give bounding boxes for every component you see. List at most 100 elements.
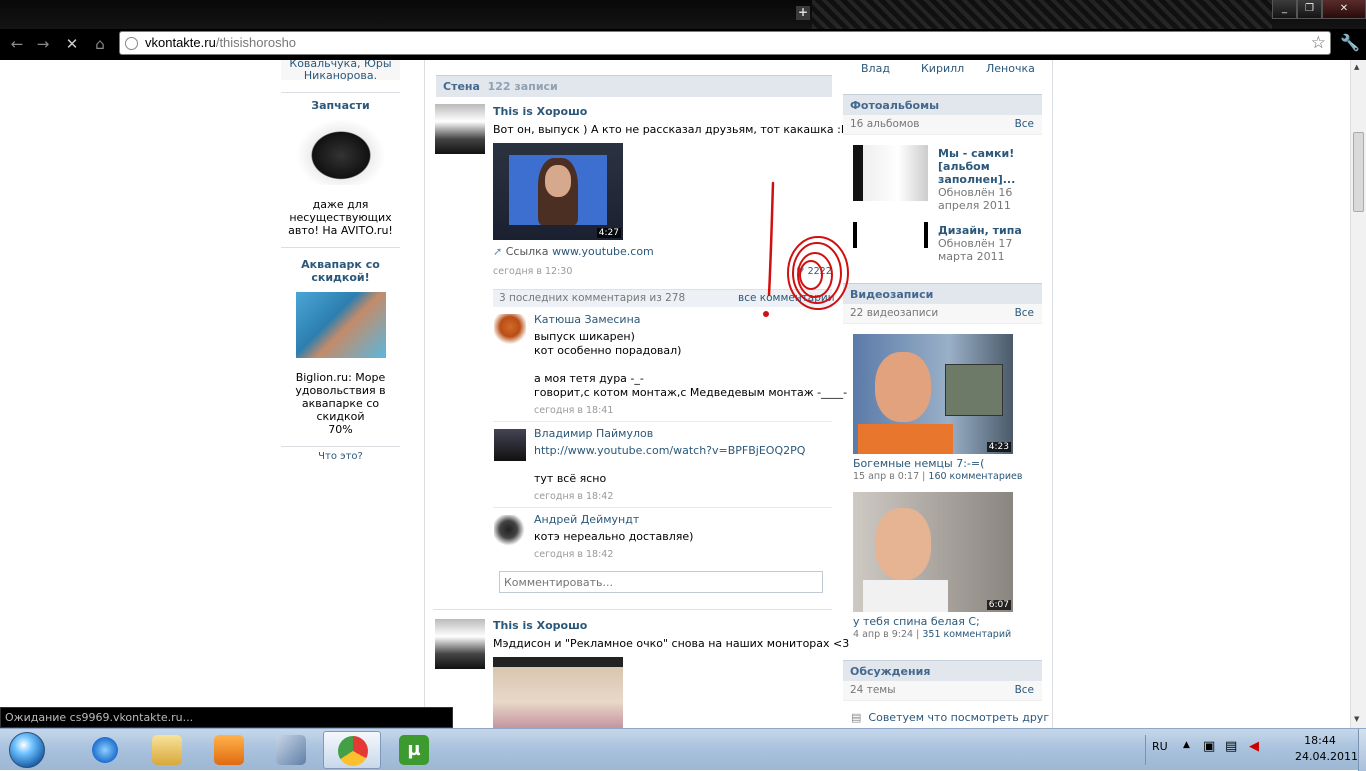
- comment-avatar[interactable]: [494, 314, 526, 346]
- albums-count-bar: 16 альбомов Все: [843, 115, 1042, 135]
- taskbar-utorrent[interactable]: µ: [385, 731, 443, 769]
- post-link[interactable]: ➚ Ссылка www.youtube.com: [493, 245, 654, 259]
- post-video-thumbnail[interactable]: [493, 657, 623, 728]
- stop-icon[interactable]: ✕: [62, 34, 82, 54]
- videos-count-bar: 22 видеозаписи Все: [843, 304, 1042, 324]
- device-icon[interactable]: ▣: [1203, 739, 1215, 754]
- discussion-topic[interactable]: ▤ Советуем что посмотреть друг: [851, 711, 1049, 725]
- post-avatar[interactable]: [435, 104, 485, 154]
- albums-header[interactable]: Фотоальбомы: [843, 94, 1042, 116]
- wall-header[interactable]: Стена 122 записи: [436, 75, 832, 97]
- post-author[interactable]: This is Хорошо: [493, 105, 587, 118]
- friend-name[interactable]: Влад: [861, 62, 890, 76]
- comment-author[interactable]: Владимир Паймулов: [534, 427, 653, 440]
- address-bar[interactable]: vkontakte.ru/thisishorosho ☆: [119, 31, 1331, 55]
- browser-titlebar: + _ ❐ ✕: [0, 0, 1366, 29]
- show-desktop-button[interactable]: [1358, 729, 1366, 771]
- video-duration: 6:07: [986, 600, 1011, 610]
- comment-author[interactable]: Катюша Замесина: [534, 313, 641, 326]
- comment-time: сегодня в 18:42: [534, 549, 614, 560]
- what-is-this-link[interactable]: Что это?: [281, 451, 400, 462]
- taskbar-ie[interactable]: [76, 731, 134, 769]
- post-author[interactable]: This is Хорошо: [493, 619, 587, 632]
- comment-link[interactable]: http://www.youtube.com/watch?v=BPFBjEOQ2…: [534, 444, 805, 458]
- chrome-icon: [338, 736, 368, 766]
- video-meta: 4 апр в 9:24 | 351 комментарий: [853, 629, 1012, 640]
- back-icon[interactable]: ←: [7, 34, 27, 54]
- album-title[interactable]: Мы - самки! [альбом заполнен]...: [938, 147, 1015, 186]
- video-meta: 15 апр в 0:17 | 160 комментариев: [853, 471, 1023, 482]
- videos-all-link[interactable]: Все: [1015, 307, 1034, 319]
- taskbar-explorer[interactable]: [138, 731, 196, 769]
- comment-author[interactable]: Андрей Деймундт: [534, 513, 639, 526]
- comments-summary: 3 последних комментария из 278: [499, 292, 686, 304]
- comment-avatar[interactable]: [494, 515, 526, 547]
- comment-text: выпуск шикарен) кот особенно порадовал) …: [534, 330, 848, 399]
- taskbar-app[interactable]: [262, 731, 320, 769]
- video-thumbnail[interactable]: 6:07: [853, 492, 1013, 612]
- friend-name[interactable]: Кирилл: [921, 62, 964, 76]
- taskbar-media-player[interactable]: [200, 731, 258, 769]
- comment-time: сегодня в 18:41: [534, 405, 614, 416]
- discussions-header[interactable]: Обсуждения: [843, 660, 1042, 682]
- scroll-up-icon[interactable]: ▲: [1354, 63, 1359, 71]
- discussions-all-link[interactable]: Все: [1015, 684, 1034, 696]
- taskbar-chrome[interactable]: [323, 731, 381, 769]
- friend-name[interactable]: Леночка: [986, 62, 1035, 76]
- forward-icon[interactable]: →: [33, 34, 53, 54]
- scrollbar-thumb[interactable]: [1353, 132, 1364, 212]
- ad-title[interactable]: Аквапарк со скидкой!: [281, 258, 400, 284]
- network-icon[interactable]: ▤: [1225, 739, 1237, 754]
- clock[interactable]: 18:44 24.04.2011: [1295, 734, 1358, 763]
- wrench-icon[interactable]: 🔧: [1340, 33, 1360, 52]
- ad-title[interactable]: Запчасти: [281, 99, 400, 112]
- browser-toolbar: ← → ✕ ⌂ vkontakte.ru/thisishorosho ☆ 🔧: [0, 29, 1366, 60]
- link-arrow-icon: ➚: [493, 245, 503, 258]
- albums-all-link[interactable]: Все: [1015, 118, 1034, 130]
- post-text: Вот он, выпуск ) А кто не рассказал друз…: [493, 123, 848, 136]
- maximize-button[interactable]: ❐: [1297, 0, 1322, 19]
- titlebar-theme-pattern: [812, 0, 1272, 29]
- post-time[interactable]: сегодня в 12:30: [493, 265, 572, 279]
- comment-text: тут всё ясно: [534, 472, 607, 485]
- ad-image-car[interactable]: [295, 119, 386, 185]
- volume-muted-icon[interactable]: ◀: [1249, 739, 1259, 754]
- media-player-icon: [214, 735, 244, 765]
- video-comments-link[interactable]: 160 комментариев: [928, 471, 1022, 482]
- ad-text[interactable]: Biglion.ru: Море удовольствия в аквапарк…: [281, 371, 400, 436]
- scroll-down-icon[interactable]: ▼: [1354, 715, 1359, 723]
- video-thumbnail[interactable]: 4:23: [853, 334, 1013, 454]
- album-title[interactable]: Дизайн, типа: [938, 224, 1022, 238]
- home-icon[interactable]: ⌂: [90, 34, 110, 54]
- album-updated: Обновлён 16 апреля 2011: [938, 186, 1013, 212]
- new-tab-button[interactable]: +: [796, 6, 810, 20]
- videos-header[interactable]: Видеозаписи: [843, 283, 1042, 305]
- system-tray: RU ▲ ▣ ▤ ◀ 18:44 24.04.2011: [1145, 729, 1366, 771]
- album-thumbnail[interactable]: [853, 145, 928, 201]
- language-indicator[interactable]: RU: [1152, 740, 1168, 753]
- close-window-button[interactable]: ✕: [1322, 0, 1366, 19]
- utorrent-icon: µ: [399, 735, 429, 765]
- red-annotation: [763, 181, 849, 317]
- video-duration: 4:27: [596, 228, 621, 238]
- windows-logo-icon: [9, 732, 45, 768]
- ad-text[interactable]: даже для несуществующих авто! На AVITO.r…: [281, 198, 400, 237]
- address-url[interactable]: vkontakte.ru/thisishorosho: [145, 35, 296, 50]
- comment-input[interactable]: [499, 571, 823, 593]
- album-thumbnail[interactable]: [853, 222, 928, 248]
- tray-expand-icon[interactable]: ▲: [1183, 740, 1190, 750]
- comment-avatar[interactable]: [494, 429, 526, 461]
- page-scrollbar[interactable]: ▲ ▼: [1350, 60, 1366, 728]
- tools-icon: [276, 735, 306, 765]
- divider: [433, 609, 832, 610]
- ad-image-waterpark[interactable]: [295, 292, 386, 358]
- bookmark-star-icon[interactable]: ☆: [1311, 33, 1326, 53]
- post-avatar[interactable]: [435, 619, 485, 669]
- minimize-button[interactable]: _: [1272, 0, 1297, 19]
- video-comments-link[interactable]: 351 комментарий: [922, 629, 1011, 640]
- post-video-thumbnail[interactable]: 4:27: [493, 143, 623, 240]
- video-title[interactable]: Богемные немцы 7:-=(: [853, 457, 984, 471]
- start-button[interactable]: [2, 729, 54, 771]
- comment-time: сегодня в 18:42: [534, 491, 614, 502]
- video-title[interactable]: у тебя спина белая С;: [853, 615, 980, 629]
